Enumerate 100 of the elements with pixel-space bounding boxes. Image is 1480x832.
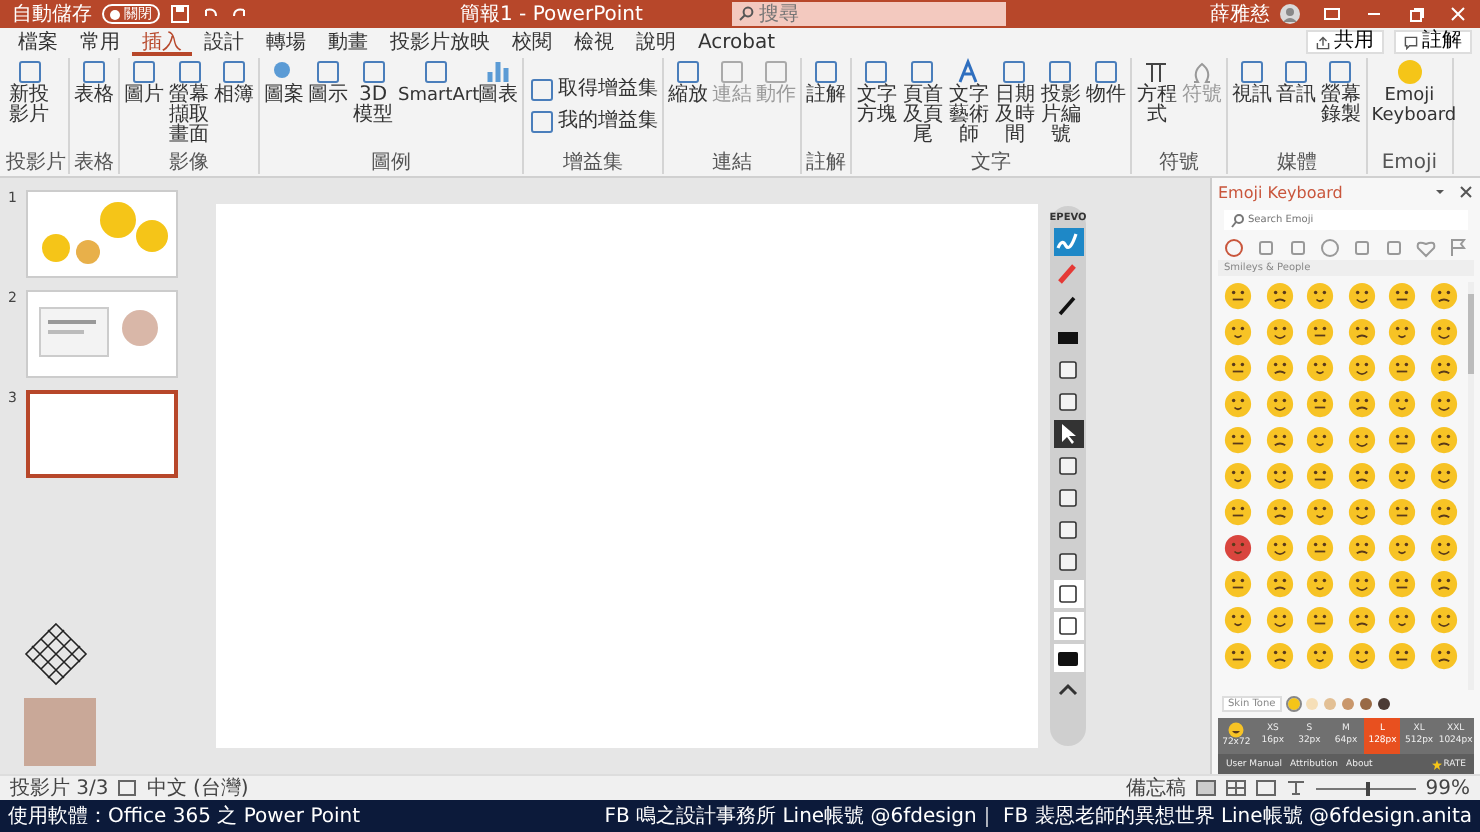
- camera-button[interactable]: 螢幕擷取畫面: [166, 58, 212, 152]
- smiley-face-icon[interactable]: [1265, 426, 1294, 454]
- shapes-button[interactable]: 圖案: [262, 58, 306, 152]
- smiley-face-icon[interactable]: [1429, 390, 1458, 418]
- comments-button[interactable]: 註解: [1394, 30, 1472, 54]
- page-button[interactable]: 頁首及頁尾: [899, 58, 946, 152]
- calendar-button[interactable]: 日期及時間: [991, 58, 1038, 152]
- smiley-face-icon[interactable]: [1347, 354, 1376, 382]
- smiley-face-icon[interactable]: [1388, 354, 1417, 382]
- normal-view-icon[interactable]: [1195, 780, 1216, 796]
- smiley-face-icon[interactable]: [1224, 354, 1253, 382]
- smiley-face-icon[interactable]: [1265, 282, 1294, 310]
- smiley-face-icon[interactable]: [1265, 390, 1294, 418]
- smiley-face-icon[interactable]: [1429, 426, 1458, 454]
- smiley-face-icon[interactable]: [1429, 354, 1458, 382]
- smiley-face-icon[interactable]: [1347, 498, 1376, 526]
- ribbon-tab[interactable]: 說明: [626, 28, 686, 56]
- cube-button[interactable]: 3D 模型: [350, 58, 396, 152]
- smiley-face-icon[interactable]: [1224, 534, 1253, 562]
- pointer-tool-icon[interactable]: [1053, 420, 1083, 448]
- smiley-face-icon[interactable]: [1265, 642, 1294, 670]
- smiley-face-icon[interactable]: [1429, 534, 1458, 562]
- flag-category-icon[interactable]: [1448, 237, 1468, 257]
- ribbon-tab[interactable]: 動畫: [318, 28, 378, 56]
- smiley-face-icon[interactable]: [1347, 318, 1376, 346]
- textbox-button[interactable]: 文字方塊: [853, 58, 900, 152]
- picture-button[interactable]: 相簿: [212, 58, 256, 152]
- smiley-face-icon[interactable]: [1306, 426, 1335, 454]
- smiley-face-icon[interactable]: [1306, 282, 1335, 310]
- smiley-face-icon[interactable]: [1306, 354, 1335, 382]
- smiley-face-icon[interactable]: [1224, 606, 1253, 634]
- audio-button[interactable]: 音訊: [1273, 58, 1318, 152]
- smiley-face-icon[interactable]: [1224, 318, 1253, 346]
- smiley-face-icon[interactable]: [1347, 534, 1376, 562]
- smiley-face-icon[interactable]: [1265, 318, 1294, 346]
- video-button[interactable]: 視訊: [1229, 58, 1274, 152]
- heart-category-icon[interactable]: [1416, 237, 1436, 257]
- smiley-face-icon[interactable]: [1306, 318, 1335, 346]
- notes-button[interactable]: 備忘稿: [1125, 777, 1186, 799]
- grid-view-icon[interactable]: [1225, 780, 1246, 796]
- smiley-face-icon[interactable]: [1347, 642, 1376, 670]
- skin-tone-swatch[interactable]: [1341, 698, 1354, 710]
- zoom-button[interactable]: 縮放: [665, 58, 710, 152]
- emoji-button[interactable]: Emoji Keyboard: [1369, 58, 1450, 152]
- smiley-face-icon[interactable]: [1265, 534, 1294, 562]
- ribbon-tab[interactable]: 檔案: [8, 28, 68, 56]
- smiley-face-icon[interactable]: [1224, 390, 1253, 418]
- smiley-face-icon[interactable]: [1429, 642, 1458, 670]
- smiley-face-icon[interactable]: [1388, 282, 1417, 310]
- smiley-face-icon[interactable]: [1347, 282, 1376, 310]
- smiley-face-icon[interactable]: [1347, 390, 1376, 418]
- smiley-face-icon[interactable]: [1429, 318, 1458, 346]
- smiley-face-icon[interactable]: [1265, 498, 1294, 526]
- bird-button[interactable]: 圖示: [306, 58, 350, 152]
- pi-button[interactable]: 方程式: [1133, 58, 1180, 152]
- smiley-face-icon[interactable]: [1306, 534, 1335, 562]
- share-button[interactable]: 共用: [1306, 30, 1384, 54]
- camera-tool-icon[interactable]: [1053, 644, 1083, 672]
- search-field[interactable]: 搜尋: [732, 2, 1007, 26]
- smiley-face-icon[interactable]: [1306, 390, 1335, 418]
- smiley-face-icon[interactable]: [1429, 282, 1458, 310]
- slide-button[interactable]: 新投影片: [6, 58, 52, 152]
- smiley-face-icon[interactable]: [1306, 570, 1335, 598]
- smiley-face-icon[interactable]: [1429, 606, 1458, 634]
- smiley-face-icon[interactable]: [1224, 462, 1253, 490]
- ribbon-tab[interactable]: 設計: [194, 28, 254, 56]
- wordart-button[interactable]: 文字藝術師: [945, 58, 992, 152]
- smiley-face-icon[interactable]: [1388, 426, 1417, 454]
- number-button[interactable]: 投影片編號: [1037, 58, 1084, 152]
- slide-thumbnail[interactable]: [26, 390, 178, 478]
- ribbon-tab[interactable]: 校閱: [502, 28, 562, 56]
- smiley-face-icon[interactable]: [1388, 498, 1417, 526]
- smiley-face-icon[interactable]: [1306, 498, 1335, 526]
- addin-button[interactable]: 我的增益集: [525, 107, 660, 135]
- smiley-face-icon[interactable]: [1388, 318, 1417, 346]
- highlight-tool-icon[interactable]: [1053, 228, 1083, 256]
- smiley-face-icon[interactable]: [1306, 462, 1335, 490]
- ribbon-tab[interactable]: Acrobat: [688, 28, 786, 56]
- skin-tone-swatch[interactable]: [1287, 698, 1300, 710]
- skin-tone-swatch[interactable]: [1377, 698, 1390, 710]
- smiley-face-icon[interactable]: [1265, 462, 1294, 490]
- dropdown-icon[interactable]: [1432, 184, 1448, 200]
- smiley-face-icon[interactable]: [1388, 390, 1417, 418]
- ribbon-tab[interactable]: 常用: [70, 28, 130, 56]
- smiley-face-icon[interactable]: [1306, 642, 1335, 670]
- smiley-face-icon[interactable]: [1347, 426, 1376, 454]
- smiley-face-icon[interactable]: [1429, 462, 1458, 490]
- skin-tone-swatch[interactable]: [1305, 698, 1318, 710]
- smiley-face-icon[interactable]: [1388, 606, 1417, 634]
- save-icon[interactable]: [170, 4, 190, 24]
- comment-button[interactable]: 註解: [803, 58, 848, 152]
- smiley-face-icon[interactable]: [1265, 570, 1294, 598]
- ribbon-display-icon[interactable]: [1322, 4, 1342, 24]
- skin-tone-swatch[interactable]: [1359, 698, 1372, 710]
- smartart-button[interactable]: SmartArt: [396, 58, 476, 152]
- picture-button[interactable]: 圖片: [122, 58, 166, 152]
- ribbon-tab[interactable]: 投影片放映: [380, 28, 500, 56]
- ribbon-tab[interactable]: 插入: [132, 28, 192, 56]
- object-button[interactable]: 物件: [1083, 58, 1128, 152]
- ball-category-icon[interactable]: [1320, 237, 1340, 257]
